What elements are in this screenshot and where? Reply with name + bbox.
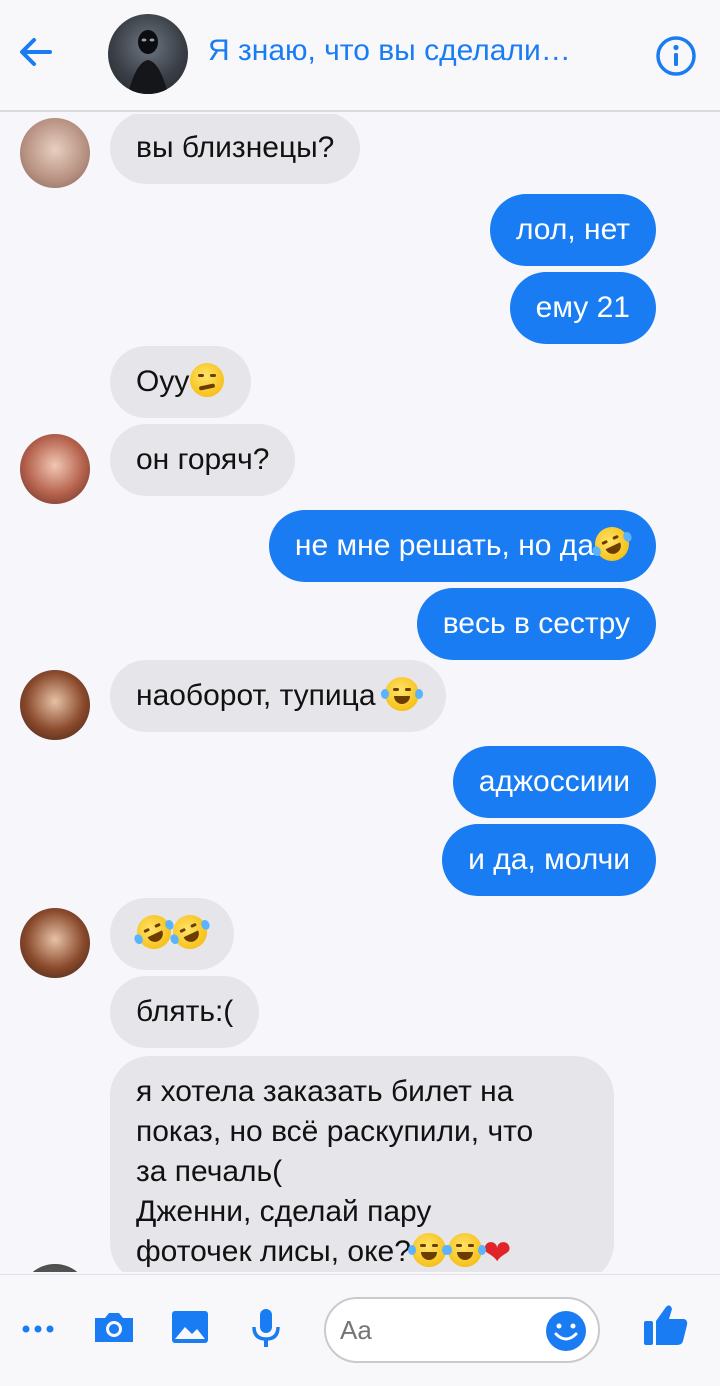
conversation-header: Я знаю, что вы сделали… bbox=[0, 0, 720, 112]
message-text: и да, молчи bbox=[468, 843, 630, 876]
outgoing-message[interactable]: лол, нет bbox=[489, 194, 656, 266]
message-line: фоточек лисы, оке? bbox=[136, 1235, 411, 1268]
outgoing-message[interactable]: не мне решать, но да bbox=[268, 510, 656, 582]
incoming-message[interactable] bbox=[110, 898, 234, 970]
incoming-message[interactable]: блять:( bbox=[110, 976, 260, 1048]
message-text: не мне решать, но да bbox=[294, 529, 594, 562]
incoming-message[interactable]: я хотела заказать билет на показ, но всё… bbox=[110, 1056, 614, 1272]
message-text: аджоссиии bbox=[478, 765, 630, 798]
heart-icon: ❤ bbox=[482, 1234, 512, 1272]
camera-icon[interactable] bbox=[90, 1303, 138, 1351]
thumbs-up-icon[interactable] bbox=[640, 1299, 692, 1351]
message-text: вы близнецы? bbox=[136, 131, 335, 164]
rofl-emoji-icon bbox=[131, 909, 177, 955]
contact-avatar[interactable] bbox=[20, 118, 90, 188]
incoming-message[interactable]: Оуу bbox=[110, 346, 252, 418]
joy-emoji-icon bbox=[407, 1233, 450, 1267]
message-text: лол, нет bbox=[515, 213, 630, 246]
message-line: Дженни, сделай пару bbox=[136, 1195, 432, 1228]
contact-avatar[interactable] bbox=[20, 908, 90, 978]
joy-emoji-icon bbox=[443, 1233, 486, 1267]
contact-avatar[interactable] bbox=[20, 1264, 90, 1272]
contact-avatar[interactable] bbox=[20, 434, 90, 504]
outgoing-message[interactable]: весь в сестру bbox=[416, 588, 656, 660]
arrow-left-icon[interactable] bbox=[14, 30, 58, 74]
composer-bar bbox=[0, 1274, 720, 1386]
outgoing-message[interactable]: ему 21 bbox=[509, 272, 656, 344]
contact-avatar[interactable] bbox=[20, 670, 90, 740]
message-line: я хотела заказать билет на bbox=[136, 1075, 514, 1108]
message-text: Оуу bbox=[136, 365, 190, 398]
incoming-message[interactable]: вы близнецы? bbox=[110, 114, 361, 184]
message-text: наоборот, тупица bbox=[136, 679, 376, 712]
rofl-emoji-icon bbox=[167, 909, 213, 955]
message-text: весь в сестру bbox=[442, 607, 630, 640]
message-line: показ, но всё раскупили, что bbox=[136, 1115, 534, 1148]
conversation-title[interactable]: Я знаю, что вы сделали… bbox=[208, 34, 628, 68]
message-text: ему 21 bbox=[535, 291, 630, 324]
joy-emoji-icon bbox=[380, 677, 423, 711]
message-composer[interactable] bbox=[324, 1297, 600, 1363]
message-line: за печаль( bbox=[136, 1155, 283, 1188]
microphone-icon[interactable] bbox=[242, 1303, 290, 1351]
incoming-message[interactable]: он горяч? bbox=[110, 424, 296, 496]
outgoing-message[interactable]: аджоссиии bbox=[452, 746, 656, 818]
more-icon[interactable] bbox=[16, 1303, 64, 1351]
message-text: блять:( bbox=[136, 995, 234, 1028]
smirk-emoji-icon bbox=[190, 363, 225, 397]
info-icon[interactable] bbox=[654, 34, 698, 78]
group-avatar[interactable] bbox=[108, 14, 188, 94]
image-icon[interactable] bbox=[166, 1303, 214, 1351]
emoji-icon[interactable] bbox=[544, 1309, 588, 1353]
rofl-emoji-icon bbox=[589, 521, 635, 567]
message-input[interactable] bbox=[340, 1309, 540, 1351]
message-list[interactable]: вы близнецы? лол, нет ему 21 Оуу он горя… bbox=[0, 114, 720, 1272]
message-text: он горяч? bbox=[136, 443, 270, 476]
incoming-message[interactable]: наоборот, тупица bbox=[110, 660, 446, 732]
outgoing-message[interactable]: и да, молчи bbox=[442, 824, 656, 896]
